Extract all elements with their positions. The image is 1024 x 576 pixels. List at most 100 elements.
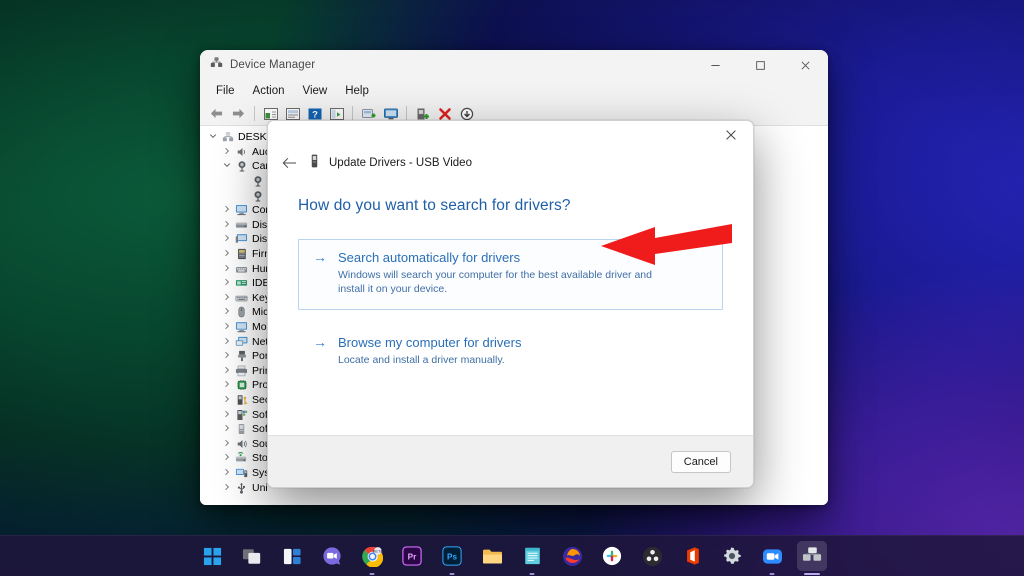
tree-node-label: Car <box>252 160 269 173</box>
firmware-icon <box>234 248 249 260</box>
svg-text:?: ? <box>312 109 318 120</box>
chevron-right-icon[interactable] <box>220 483 234 493</box>
option-title: Browse my computer for drivers <box>338 335 522 350</box>
file-explorer-button[interactable] <box>477 541 507 571</box>
chevron-right-icon[interactable] <box>220 453 234 463</box>
storage-controller-icon <box>234 452 249 464</box>
maximize-icon[interactable] <box>738 50 783 80</box>
network-adapter-icon <box>234 336 249 348</box>
chevron-right-icon[interactable] <box>220 220 234 230</box>
processor-icon <box>234 379 249 391</box>
chevron-right-icon[interactable] <box>220 293 234 303</box>
camera-device-icon <box>250 190 265 202</box>
running-indicator <box>529 572 535 575</box>
start-button[interactable] <box>197 541 227 571</box>
close-icon[interactable] <box>783 50 828 80</box>
menu-file[interactable]: File <box>208 83 243 99</box>
chevron-right-icon[interactable] <box>220 380 234 390</box>
arrow-right-icon: → <box>313 249 327 265</box>
minimize-icon[interactable] <box>693 50 738 80</box>
system-device-icon <box>234 467 249 479</box>
running-indicator <box>769 572 775 575</box>
computer-icon <box>234 204 249 216</box>
chevron-right-icon[interactable] <box>220 424 234 434</box>
taskbar: BETA Pr Ps <box>0 535 1024 576</box>
tree-node-label: Uni <box>252 481 268 494</box>
tree-node-label: Sof <box>252 408 268 421</box>
chevron-right-icon[interactable] <box>220 322 234 332</box>
menu-view[interactable]: View <box>295 83 336 99</box>
back-icon[interactable] <box>278 152 300 174</box>
active-indicator <box>804 572 820 575</box>
chevron-down-icon[interactable] <box>206 132 220 142</box>
forward-icon[interactable] <box>228 104 249 124</box>
device-manager-button[interactable] <box>797 541 827 575</box>
running-indicator <box>449 572 455 575</box>
obs-studio-button[interactable] <box>637 541 667 571</box>
chevron-right-icon[interactable] <box>220 234 234 244</box>
device-manager-titlebar[interactable]: Device Manager <box>200 50 828 80</box>
camera-icon <box>234 160 249 172</box>
tree-node-label: Sof <box>252 423 268 436</box>
office-button[interactable] <box>677 541 707 571</box>
task-view-button[interactable] <box>237 541 267 571</box>
option-browse-my-computer[interactable]: → Browse my computer for drivers Locate … <box>298 324 723 381</box>
chevron-right-icon[interactable] <box>220 337 234 347</box>
chevron-right-icon[interactable] <box>220 264 234 274</box>
dialog-topbar <box>268 121 753 149</box>
menu-action[interactable]: Action <box>245 83 293 99</box>
slack-button[interactable] <box>597 541 627 571</box>
toolbar-separator <box>352 106 353 121</box>
firefox-button[interactable] <box>557 541 587 571</box>
menu-help[interactable]: Help <box>337 83 377 99</box>
running-indicator <box>369 572 375 575</box>
chevron-right-icon[interactable] <box>220 307 234 317</box>
option-description: Locate and install a driver manually. <box>338 354 505 366</box>
chevron-right-icon[interactable] <box>220 278 234 288</box>
chat-button[interactable] <box>317 541 347 571</box>
tree-node-label: Pro <box>252 379 269 392</box>
dialog-content: How do you want to search for drivers? →… <box>268 175 753 435</box>
taskbar-icons: BETA Pr Ps <box>197 541 827 575</box>
option-description: Windows will search your computer for th… <box>338 269 652 295</box>
photoshop-button[interactable]: Ps <box>437 541 467 575</box>
toolbar-separator <box>406 106 407 121</box>
tree-node-label: Hur <box>252 262 269 275</box>
chevron-right-icon[interactable] <box>220 439 234 449</box>
device-manager-menubar: File Action View Help <box>200 80 828 102</box>
usb-controller-icon <box>234 482 249 494</box>
dialog-close-icon[interactable] <box>709 121 753 149</box>
ide-controller-icon <box>234 277 249 289</box>
chevron-right-icon[interactable] <box>220 205 234 215</box>
premiere-pro-button[interactable]: Pr <box>397 541 427 571</box>
notepad-button[interactable] <box>517 541 547 575</box>
chevron-right-icon[interactable] <box>220 410 234 420</box>
chevron-right-icon[interactable] <box>220 366 234 376</box>
chevron-right-icon[interactable] <box>220 147 234 157</box>
chevron-right-icon[interactable] <box>220 249 234 259</box>
mouse-icon <box>234 306 249 318</box>
software-component-icon <box>234 409 249 421</box>
desktop: Device Manager File Action View Help ? D… <box>0 0 1024 576</box>
toolbar-separator <box>254 106 255 121</box>
back-icon[interactable] <box>206 104 227 124</box>
monitor-icon <box>234 321 249 333</box>
dialog-title: Update Drivers - USB Video <box>329 157 472 169</box>
zoom-button[interactable] <box>757 541 787 575</box>
audio-icon <box>234 146 249 158</box>
ports-icon <box>234 350 249 362</box>
cancel-button[interactable]: Cancel <box>670 450 731 473</box>
tree-node-label: Net <box>252 335 269 348</box>
chrome-button[interactable]: BETA <box>357 541 387 575</box>
settings-button[interactable] <box>717 541 747 571</box>
option-search-automatically[interactable]: → Search automatically for drivers Windo… <box>298 239 723 310</box>
chevron-right-icon[interactable] <box>220 468 234 478</box>
svg-text:BETA: BETA <box>372 548 382 553</box>
chevron-down-icon[interactable] <box>220 161 234 171</box>
chevron-right-icon[interactable] <box>220 395 234 405</box>
disk-drive-icon <box>234 219 249 231</box>
option-title: Search automatically for drivers <box>338 250 521 265</box>
chevron-right-icon[interactable] <box>220 351 234 361</box>
tree-node-label: Sto <box>252 452 268 465</box>
widgets-button[interactable] <box>277 541 307 571</box>
